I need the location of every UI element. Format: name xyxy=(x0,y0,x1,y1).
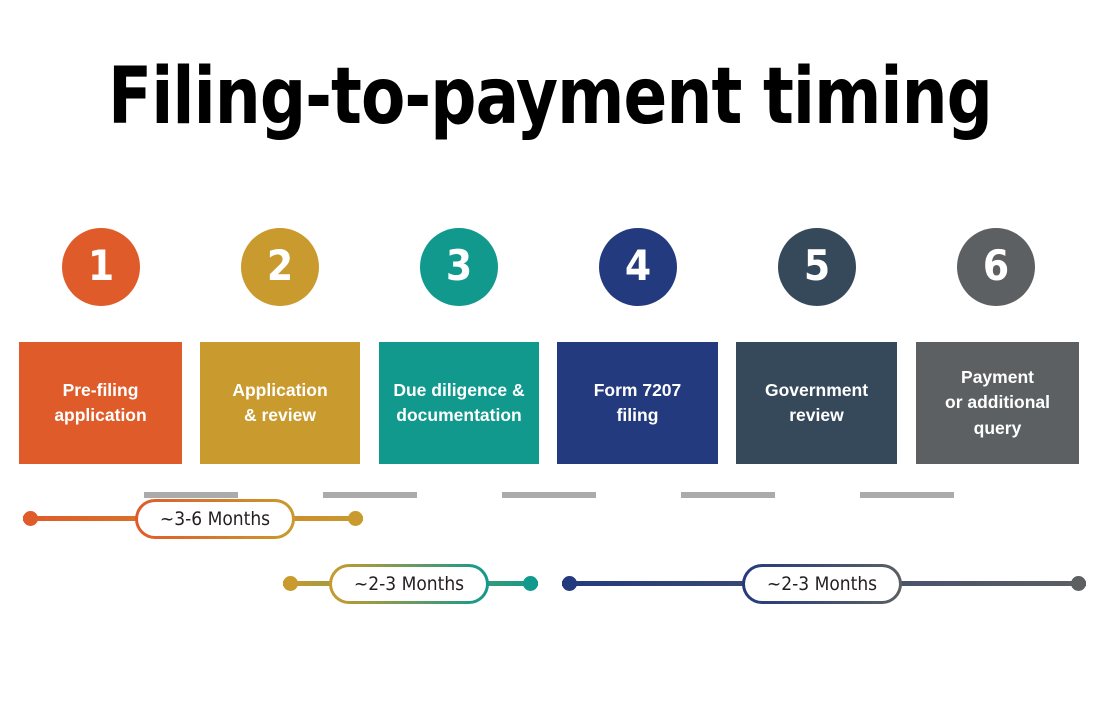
infographic-canvas: Filing-to-payment timing 1 2 3 4 5 6 Pre-fili… xyxy=(0,0,1100,704)
step-circle-1[interactable]: 1 xyxy=(62,228,140,306)
page-title: Filing-to-payment timing xyxy=(108,52,993,142)
duration-pill-2: ~2-3 Months xyxy=(329,564,489,604)
duration-bar-end-dot xyxy=(523,576,538,591)
step-label-boxes-row: Pre-filing application Application & revi… xyxy=(0,342,1100,464)
step-label-text: Payment or additional query xyxy=(945,366,1050,438)
duration-pill-label: ~2-3 Months xyxy=(331,566,487,602)
step-number-label: 5 xyxy=(803,241,831,290)
step-circle-2[interactable]: 2 xyxy=(241,228,319,306)
step-label-box-5[interactable]: Government review xyxy=(736,342,897,464)
step-circles-row: 1 2 3 4 5 6 xyxy=(0,228,1100,498)
step-label-box-1[interactable]: Pre-filing application xyxy=(19,342,182,464)
duration-bar-2: ~2-3 Months xyxy=(283,564,538,604)
step-number-label: 6 xyxy=(982,241,1010,290)
duration-bar-1: ~3-6 Months xyxy=(23,499,363,539)
step-label-text: Due diligence & documentation xyxy=(393,379,525,425)
step-label-text: Form 7207 filing xyxy=(593,379,682,425)
step-connector-5 xyxy=(860,492,954,498)
step-circle-5[interactable]: 5 xyxy=(778,228,856,306)
step-connector-1 xyxy=(144,492,238,498)
step-circle-4[interactable]: 4 xyxy=(599,228,677,306)
step-label-box-4[interactable]: Form 7207 filing xyxy=(557,342,718,464)
step-connector-3 xyxy=(502,492,596,498)
step-number-label: 3 xyxy=(445,241,473,290)
step-label-text: Application & review xyxy=(232,379,328,425)
duration-bar-end-dot xyxy=(348,511,363,526)
duration-pill-label: ~3-6 Months xyxy=(137,501,293,537)
duration-bar-start-dot xyxy=(562,576,577,591)
duration-bar-start-dot xyxy=(23,511,38,526)
step-connector-2 xyxy=(323,492,417,498)
step-label-text: Government review xyxy=(764,379,869,425)
duration-bar-3: ~2-3 Months xyxy=(562,564,1086,604)
step-number-label: 4 xyxy=(624,241,652,290)
duration-pill-1: ~3-6 Months xyxy=(135,499,295,539)
duration-pill-3: ~2-3 Months xyxy=(742,564,902,604)
step-label-text: Pre-filing application xyxy=(54,379,147,425)
step-circle-3[interactable]: 3 xyxy=(420,228,498,306)
duration-pill-label: ~2-3 Months xyxy=(744,566,900,602)
step-number-label: 1 xyxy=(87,241,115,290)
duration-bar-end-dot xyxy=(1071,576,1086,591)
step-circle-6[interactable]: 6 xyxy=(957,228,1035,306)
step-label-box-3[interactable]: Due diligence & documentation xyxy=(379,342,539,464)
step-label-box-2[interactable]: Application & review xyxy=(200,342,360,464)
step-label-box-6[interactable]: Payment or additional query xyxy=(916,342,1079,464)
duration-bar-start-dot xyxy=(283,576,298,591)
step-connector-4 xyxy=(681,492,775,498)
step-number-label: 2 xyxy=(266,241,294,290)
